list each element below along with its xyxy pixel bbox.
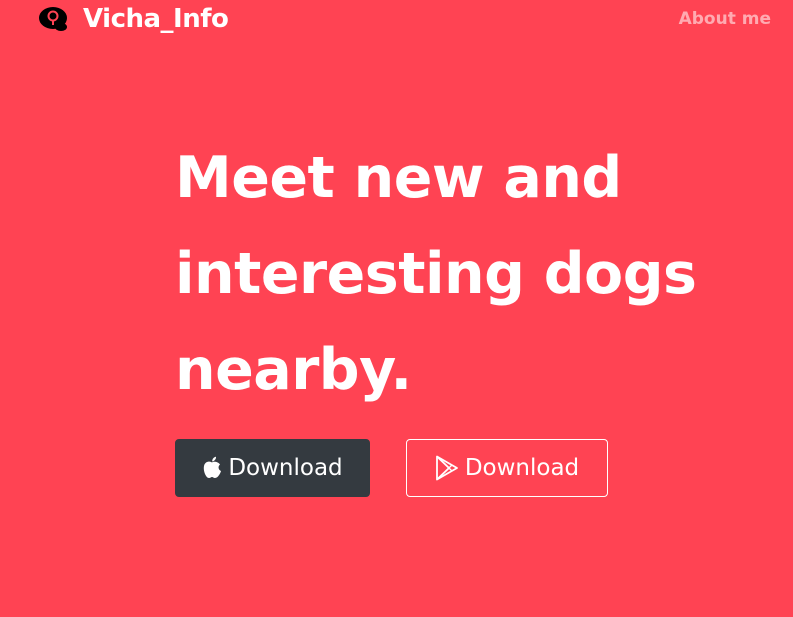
brand[interactable]: Vicha_Info xyxy=(37,0,229,38)
hero-heading-line: interesting dogs xyxy=(175,241,697,307)
apple-icon xyxy=(202,456,222,480)
brain-icon xyxy=(37,5,71,33)
google-play-download-label: Download xyxy=(464,454,580,481)
hero-heading-line: Meet new and xyxy=(175,145,622,211)
google-play-download-button[interactable]: Download xyxy=(406,439,608,497)
app-store-download-label: Download xyxy=(228,454,343,481)
app-store-download-button[interactable]: Download xyxy=(175,439,370,497)
google-play-icon xyxy=(435,455,459,481)
hero-heading: Meet new and interesting dogs nearby. xyxy=(175,130,775,418)
hero-heading-line: nearby. xyxy=(175,337,412,403)
brand-name: Vicha_Info xyxy=(83,4,229,34)
nav-about-link[interactable]: About me xyxy=(679,0,771,38)
